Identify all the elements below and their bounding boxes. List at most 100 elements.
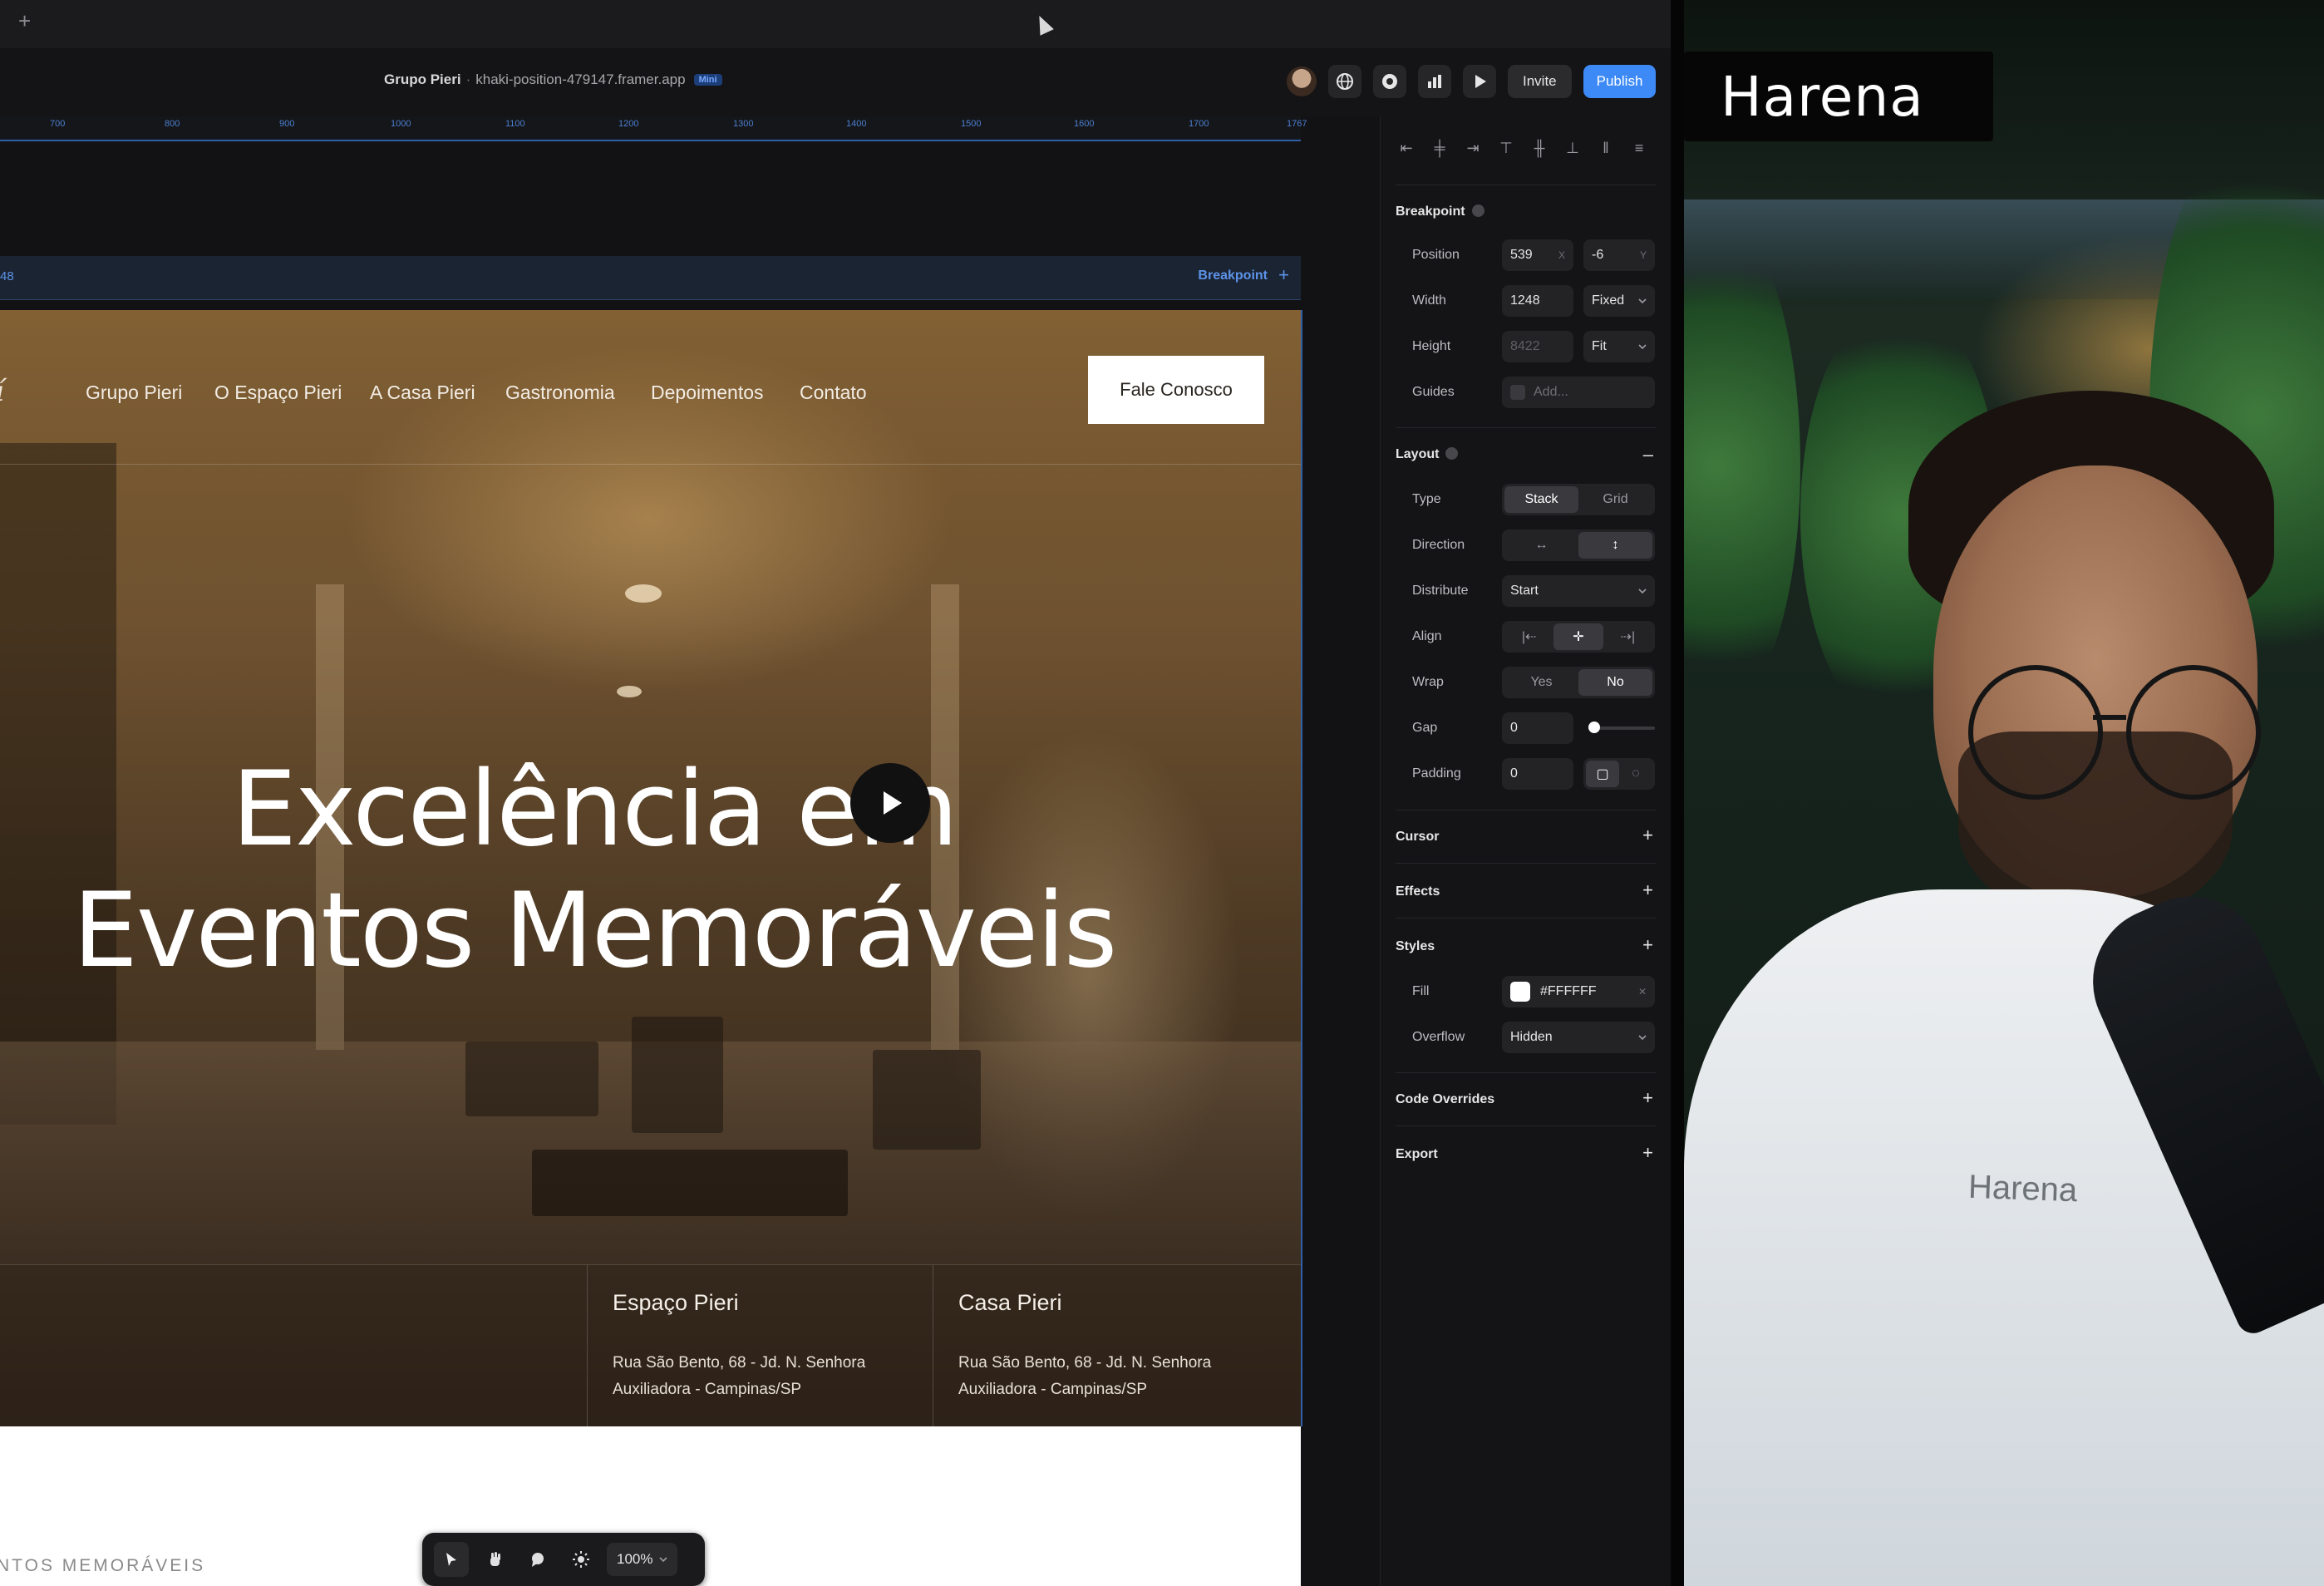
layout-type-toggle[interactable]: Stack Grid (1502, 484, 1655, 515)
padding-mode-toggle[interactable]: ▢ ◌ (1583, 758, 1655, 790)
align-left-icon[interactable]: ⇤ (1396, 140, 1417, 157)
padding-input[interactable]: 0 (1502, 758, 1573, 790)
location-card[interactable]: Casa Pieri Rua São Bento, 68 - Jd. N. Se… (933, 1265, 1283, 1426)
guides-label: Guides (1412, 385, 1455, 399)
record-icon[interactable] (1373, 65, 1406, 98)
hero-section[interactable]: ı́ Grupo Pieri O Espaço Pieri A Casa Pie… (0, 310, 1301, 1426)
hand-tool-icon[interactable] (477, 1542, 512, 1577)
add-cursor-icon[interactable]: + (1642, 825, 1653, 846)
height-input[interactable]: 8422 (1502, 331, 1573, 362)
gap-slider[interactable] (1588, 722, 1655, 733)
ruler-tick: 1700 (1189, 119, 1209, 129)
wrap-no-option[interactable]: No (1578, 669, 1652, 696)
width-mode-select[interactable]: Fixed (1583, 285, 1655, 317)
info-icon[interactable] (1471, 204, 1485, 217)
design-canvas[interactable]: 700 800 900 1000 1100 1200 1300 1400 150… (0, 116, 1380, 1586)
nav-link-grupo-pieri[interactable]: Grupo Pieri (86, 382, 182, 404)
preview-play-icon[interactable] (1463, 65, 1496, 98)
nav-link-depoimentos[interactable]: Depoimentos (651, 382, 764, 404)
align-end-icon[interactable]: ⇢| (1603, 623, 1652, 650)
user-avatar[interactable] (1287, 66, 1317, 96)
info-icon[interactable] (1445, 447, 1459, 460)
width-input[interactable]: 1248 (1502, 285, 1573, 317)
padding-individual-icon[interactable]: ◌ (1619, 761, 1652, 787)
wrap-toggle[interactable]: Yes No (1502, 667, 1655, 698)
align-bottom-icon[interactable]: ⊥ (1562, 140, 1583, 157)
chevron-down-icon (659, 1557, 668, 1563)
comment-tool-icon[interactable] (520, 1542, 555, 1577)
play-icon (884, 791, 902, 815)
nav-link-contato[interactable]: Contato (800, 382, 867, 404)
distribute-horizontal-icon[interactable]: ‖ (1595, 140, 1617, 157)
nav-link-gastronomia[interactable]: Gastronomia (505, 382, 615, 404)
styles-section-title[interactable]: Styles (1396, 939, 1435, 954)
type-label: Type (1412, 492, 1441, 506)
direction-vertical-icon[interactable]: ↕ (1578, 532, 1652, 559)
add-style-icon[interactable]: + (1642, 934, 1653, 956)
code-overrides-section-title[interactable]: Code Overrides (1396, 1092, 1494, 1107)
fill-input[interactable]: #FFFFFF ✕ (1502, 976, 1655, 1007)
position-label: Position (1412, 248, 1460, 262)
nav-link-casa-pieri[interactable]: A Casa Pieri (370, 382, 475, 404)
add-override-icon[interactable]: + (1642, 1087, 1653, 1109)
position-x-input[interactable]: 539 X (1502, 239, 1573, 271)
type-stack-option[interactable]: Stack (1504, 486, 1578, 513)
cursor-section-title[interactable]: Cursor (1396, 830, 1439, 845)
theme-sun-icon[interactable] (564, 1542, 598, 1577)
effects-section-title[interactable]: Effects (1396, 884, 1440, 899)
rug (532, 1150, 848, 1216)
direction-toggle[interactable]: ↔ ↕ (1502, 529, 1655, 561)
align-middle-icon[interactable]: ╫ (1529, 140, 1550, 157)
align-right-icon[interactable]: ⇥ (1462, 140, 1484, 157)
align-start-icon[interactable]: |⇠ (1504, 623, 1553, 650)
nav-link-espaco-pieri[interactable]: O Espaço Pieri (214, 382, 342, 404)
video-play-button[interactable] (850, 763, 930, 843)
remove-fill-icon[interactable]: ✕ (1638, 986, 1647, 997)
height-mode-select[interactable]: Fit (1583, 331, 1655, 362)
analytics-icon[interactable] (1418, 65, 1451, 98)
padding-uniform-icon[interactable]: ▢ (1586, 761, 1619, 787)
invite-button[interactable]: Invite (1508, 65, 1572, 98)
align-toggle[interactable]: |⇠ ✛ ⇢| (1502, 621, 1655, 653)
add-breakpoint-icon[interactable]: + (1278, 264, 1289, 286)
add-effect-icon[interactable]: + (1642, 879, 1653, 901)
guides-input[interactable]: Add... (1502, 377, 1655, 408)
position-y-input[interactable]: -6 Y (1583, 239, 1655, 271)
height-label: Height (1412, 339, 1451, 353)
project-url[interactable]: khaki-position-479147.framer.app (475, 71, 685, 87)
publish-button[interactable]: Publish (1583, 65, 1657, 98)
location-card[interactable]: Espaço Pieri Rua São Bento, 68 - Jd. N. … (587, 1265, 933, 1426)
align-center-h-icon[interactable]: ╪ (1429, 140, 1450, 157)
chevron-down-icon (1638, 589, 1647, 594)
align-top-icon[interactable]: ⊤ (1495, 140, 1517, 157)
fill-swatch[interactable] (1510, 982, 1530, 1002)
type-grid-option[interactable]: Grid (1578, 486, 1652, 513)
select-tool-icon[interactable] (434, 1542, 469, 1577)
breakpoint-label[interactable]: Breakpoint (1198, 268, 1268, 283)
add-export-icon[interactable]: + (1642, 1142, 1653, 1164)
panel-divider (1396, 1125, 1657, 1126)
ruler-tick: 1300 (733, 119, 754, 129)
toolbar-actions: Invite Publish (1287, 65, 1657, 98)
distribute-vertical-icon[interactable]: ≡ (1628, 140, 1650, 157)
site-logo[interactable]: ı́ (0, 375, 4, 408)
contact-cta-button[interactable]: Fale Conosco (1088, 356, 1264, 424)
collapse-layout-icon[interactable]: – (1643, 444, 1653, 465)
zoom-dropdown[interactable]: 100% (607, 1543, 678, 1576)
globe-icon[interactable] (1328, 65, 1361, 98)
gap-slider-knob[interactable] (1588, 722, 1600, 733)
direction-horizontal-icon[interactable]: ↔ (1504, 532, 1578, 559)
distribute-value: Start (1510, 584, 1539, 598)
new-tab-icon[interactable]: + (18, 8, 31, 34)
export-section-title[interactable]: Export (1396, 1147, 1438, 1162)
site-navbar: ı́ Grupo Pieri O Espaço Pieri A Casa Pie… (0, 310, 1301, 465)
website-frame[interactable]: ı́ Grupo Pieri O Espaço Pieri A Casa Pie… (0, 310, 1302, 1426)
align-center-icon[interactable]: ✛ (1553, 623, 1603, 650)
breakpoint-bar[interactable]: 48 Breakpoint + (0, 256, 1301, 300)
wrap-yes-option[interactable]: Yes (1504, 669, 1578, 696)
distribute-select[interactable]: Start (1502, 575, 1655, 607)
gap-input[interactable]: 0 (1502, 712, 1573, 744)
breakpoint-section-title: Breakpoint (1396, 204, 1485, 219)
overflow-select[interactable]: Hidden (1502, 1022, 1655, 1053)
project-title[interactable]: Grupo Pieri · khaki-position-479147.framer… (384, 71, 722, 88)
